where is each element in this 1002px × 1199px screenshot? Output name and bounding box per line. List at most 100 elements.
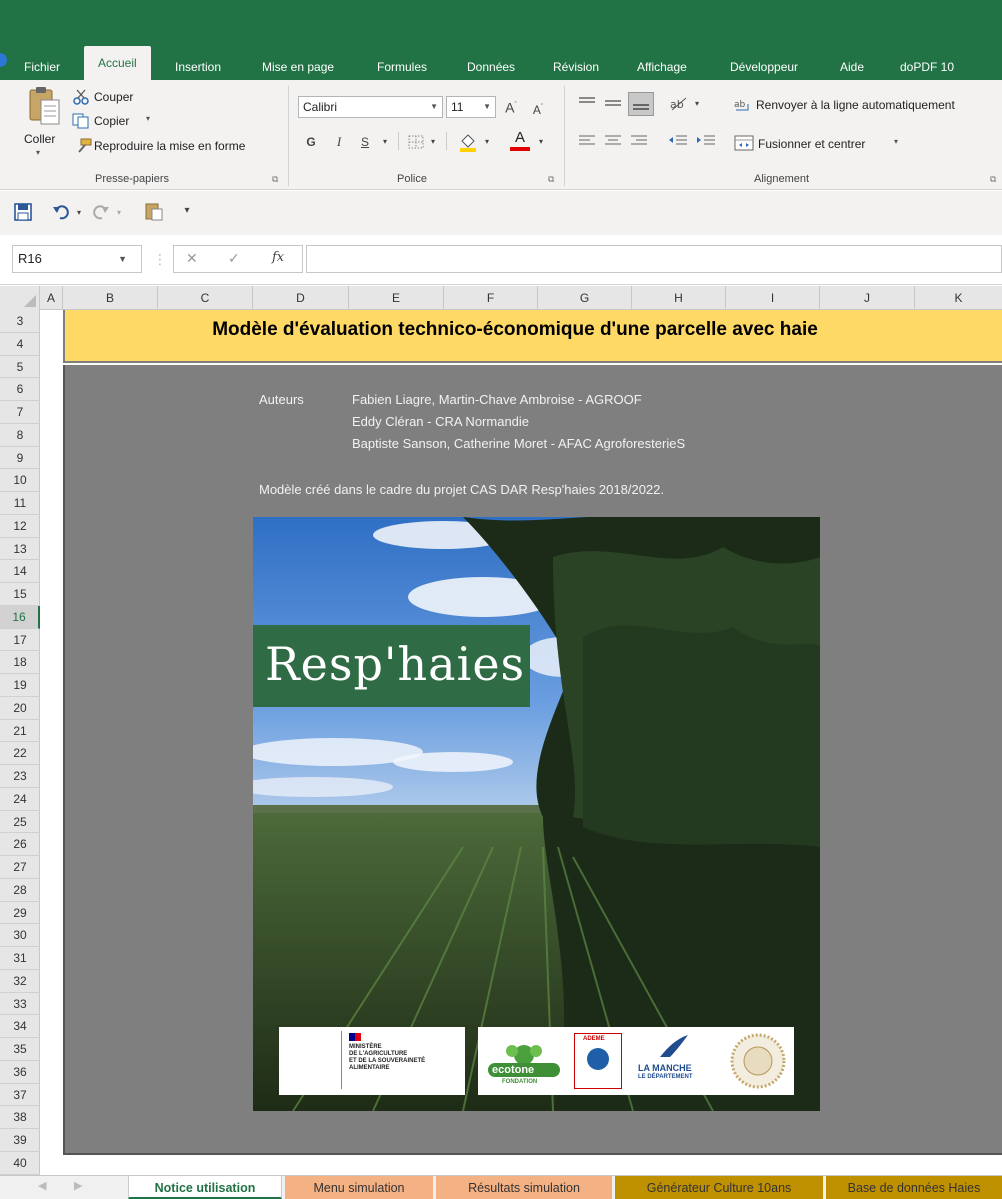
poster-image[interactable]: Resp'haies MINISTÈRE DE L'AGRICULTURE ET… [253,517,820,1111]
sheet-tab-base[interactable]: Base de données Haies [826,1176,1002,1199]
row-header[interactable]: 26 [0,833,40,856]
merge-center-button[interactable]: Fusionner et centrer [758,137,865,151]
bold-button[interactable]: G [302,132,320,152]
column-header[interactable]: K [915,286,1002,310]
row-header[interactable]: 30 [0,924,40,947]
formula-input[interactable] [306,245,1002,273]
row-header[interactable]: 24 [0,788,40,811]
underline-button[interactable]: S [356,132,374,152]
row-header[interactable]: 25 [0,811,40,834]
borders-icon[interactable] [408,135,424,149]
grow-font-button[interactable]: Aˆ [502,96,520,118]
row-header[interactable]: 31 [0,947,40,970]
shrink-font-button[interactable]: Aˇ [530,98,546,120]
row-header[interactable]: 22 [0,742,40,765]
tab-aide[interactable]: Aide [840,54,864,80]
column-header[interactable]: A [40,286,63,310]
paste-icon[interactable] [26,86,62,128]
insert-function-icon[interactable]: fx [272,250,284,265]
row-header[interactable]: 28 [0,879,40,902]
row-header[interactable]: 38 [0,1106,40,1129]
orientation-dropdown-icon[interactable]: ▾ [692,94,702,114]
select-all-button[interactable] [0,286,40,310]
sheet-tab-resultats[interactable]: Résultats simulation [436,1176,612,1199]
fill-color-dropdown-icon[interactable]: ▾ [482,132,492,152]
font-name-combo[interactable]: Calibri ▼ [298,96,443,118]
font-launcher-icon[interactable]: ⧉ [548,174,554,185]
row-header[interactable]: 3 [0,310,40,333]
row-header[interactable]: 34 [0,1015,40,1038]
row-header[interactable]: 20 [0,697,40,720]
name-box[interactable]: R16 ▼ [12,245,142,273]
tab-developpeur[interactable]: Développeur [730,54,798,80]
column-header[interactable]: I [726,286,820,310]
undo-icon[interactable] [52,203,70,221]
column-header[interactable]: G [538,286,632,310]
tab-affichage[interactable]: Affichage [637,54,687,80]
row-header[interactable]: 14 [0,560,40,583]
tab-insertion[interactable]: Insertion [175,54,221,80]
paste-special-icon[interactable] [144,201,164,221]
row-header[interactable]: 9 [0,447,40,470]
redo-dropdown-icon[interactable]: ▾ [114,203,124,223]
row-header[interactable]: 19 [0,674,40,697]
align-top-icon[interactable] [578,96,596,110]
sheet-tab-generateur[interactable]: Générateur Culture 10ans [615,1176,823,1199]
tab-donnees[interactable]: Données [467,54,515,80]
row-header[interactable]: 10 [0,469,40,492]
font-size-combo[interactable]: 11 ▼ [446,96,496,118]
tab-formules[interactable]: Formules [377,54,427,80]
row-header[interactable]: 32 [0,970,40,993]
row-header[interactable]: 7 [0,401,40,424]
column-header[interactable]: C [158,286,253,310]
sheet-area[interactable]: Modèle d'évaluation technico-économique … [40,310,1002,1175]
row-header[interactable]: 13 [0,538,40,561]
redo-icon[interactable] [92,203,110,221]
column-header[interactable]: J [820,286,915,310]
alignment-launcher-icon[interactable]: ⧉ [990,174,996,185]
row-header[interactable]: 18 [0,651,40,674]
row-header[interactable]: 5 [0,356,40,379]
row-header[interactable]: 36 [0,1061,40,1084]
enter-icon[interactable]: ✓ [228,250,240,267]
row-header[interactable]: 16 [0,605,40,629]
tab-fichier[interactable]: Fichier [24,54,60,80]
cancel-icon[interactable]: ✕ [186,250,198,267]
row-header[interactable]: 4 [0,333,40,356]
orientation-icon[interactable]: ab [668,94,690,112]
cut-button[interactable]: Couper [94,90,133,104]
row-header[interactable]: 29 [0,902,40,925]
align-left-icon[interactable] [578,134,596,148]
copy-button[interactable]: Copier [94,114,129,128]
column-header[interactable]: F [444,286,538,310]
row-header[interactable]: 35 [0,1038,40,1061]
scroll-right-icon[interactable]: ▶ [74,1179,82,1192]
increase-indent-icon[interactable] [696,134,716,148]
sheet-tab-notice[interactable]: Notice utilisation [128,1176,282,1199]
tab-dopdf[interactable]: doPDF 10 [900,54,954,80]
paste-dropdown-icon[interactable]: ▾ [36,148,40,157]
align-bottom-button[interactable] [628,92,654,116]
row-header[interactable]: 23 [0,765,40,788]
column-header[interactable]: B [63,286,158,310]
italic-button[interactable]: I [330,132,348,152]
align-center-icon[interactable] [604,134,622,148]
row-header[interactable]: 8 [0,424,40,447]
format-painter-button[interactable]: Reproduire la mise en forme [94,139,245,153]
row-header[interactable]: 39 [0,1129,40,1152]
row-header[interactable]: 33 [0,993,40,1016]
save-icon[interactable] [14,203,32,221]
row-header[interactable]: 21 [0,720,40,743]
row-header[interactable]: 27 [0,856,40,879]
customize-qat-icon[interactable]: ▾ [182,201,192,221]
merge-dropdown-icon[interactable]: ▾ [894,137,898,146]
scroll-left-icon[interactable]: ◀ [38,1179,46,1192]
align-right-icon[interactable] [630,134,648,148]
row-header[interactable]: 11 [0,492,40,515]
undo-dropdown-icon[interactable]: ▾ [74,203,84,223]
align-middle-icon[interactable] [604,96,622,110]
row-header[interactable]: 12 [0,515,40,538]
clipboard-launcher-icon[interactable]: ⧉ [272,174,278,185]
column-header[interactable]: H [632,286,726,310]
row-header[interactable]: 6 [0,378,40,401]
